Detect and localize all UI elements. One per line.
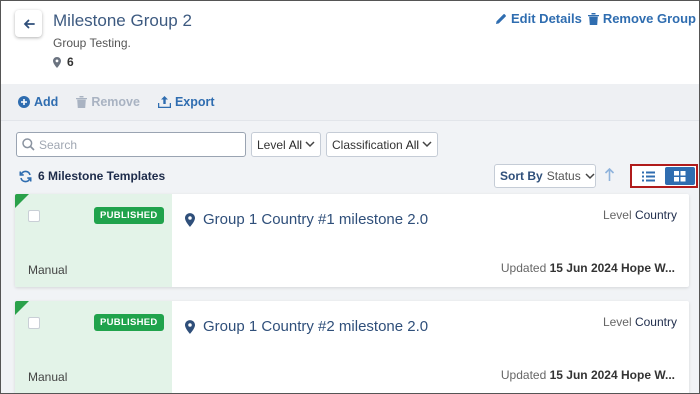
card-title: Group 1 Country #1 milestone 2.0: [203, 211, 429, 228]
export-button[interactable]: Export: [157, 95, 215, 109]
search-icon: [22, 138, 35, 151]
card-title: Group 1 Country #2 milestone 2.0: [203, 318, 429, 335]
page-subtitle: Group Testing.: [53, 36, 131, 50]
list-view-button[interactable]: [633, 167, 663, 185]
remove-button[interactable]: Remove: [76, 95, 140, 109]
classification-filter-value: All: [405, 137, 420, 152]
card-title-link[interactable]: Group 1 Country #2 milestone 2.0: [185, 318, 428, 335]
search-box[interactable]: [16, 132, 246, 157]
count-value: 6: [67, 55, 74, 69]
level-filter-value: All: [288, 137, 303, 152]
view-mode-toggle: [630, 164, 698, 188]
updated-label: Updated: [500, 368, 547, 382]
map-pin-icon: [185, 319, 195, 334]
select-checkbox[interactable]: [28, 210, 40, 222]
classification-filter-label: Classification: [332, 137, 403, 152]
grid-view-button[interactable]: [665, 167, 695, 185]
level-label: Level: [602, 315, 632, 329]
page-title: Milestone Group 2: [53, 11, 192, 30]
status-corner-marker: [15, 301, 29, 315]
card-title-link[interactable]: Group 1 Country #1 milestone 2.0: [185, 211, 428, 228]
sort-ascending-icon[interactable]: [604, 167, 615, 182]
add-button[interactable]: Add: [18, 95, 58, 109]
back-button[interactable]: [15, 10, 42, 37]
upload-icon: [157, 96, 171, 108]
page: Milestone Group 2 Group Testing. 6 Edit …: [0, 0, 700, 394]
sort-by-value: Status: [546, 169, 581, 183]
card-status-panel: PUBLISHED Manual: [15, 301, 172, 393]
level-label: Level: [602, 208, 632, 222]
list-icon: [641, 171, 655, 181]
add-label: Add: [34, 95, 59, 109]
level-filter-label: Level: [257, 137, 286, 152]
level-value: Country: [634, 315, 677, 329]
map-pin-icon: [185, 212, 195, 227]
trash-icon: [76, 96, 88, 108]
milestone-card[interactable]: PUBLISHED Manual Group 1 Country #1 mile…: [15, 194, 689, 287]
location-count: 6: [53, 55, 74, 69]
level-filter[interactable]: Level All: [251, 132, 322, 157]
updated-by: Hope W...: [621, 261, 675, 275]
level-value: Country: [634, 208, 677, 222]
chevron-down-icon: [305, 141, 315, 148]
edit-details-button[interactable]: Edit Details: [495, 11, 582, 26]
remove-group-button[interactable]: Remove Group: [587, 11, 696, 26]
status-badge: PUBLISHED: [94, 314, 164, 331]
refresh-icon[interactable]: [19, 170, 32, 183]
updated-by: Hope W...: [621, 368, 675, 382]
card-type: Manual: [28, 370, 68, 384]
pencil-icon: [496, 13, 506, 24]
sort-by-label: Sort By: [500, 169, 543, 183]
card-updated: Updated 15 Jun 2024 Hope W...: [501, 368, 675, 382]
status-badge: PUBLISHED: [94, 207, 164, 224]
status-corner-marker: [15, 194, 29, 208]
page-header: Milestone Group 2 Group Testing. 6 Edit …: [1, 1, 699, 84]
grid-icon: [674, 170, 686, 181]
updated-label: Updated: [500, 261, 547, 275]
remove-group-label: Remove Group: [602, 11, 696, 26]
updated-date: 15 Jun 2024: [549, 261, 618, 275]
milestone-card[interactable]: PUBLISHED Manual Group 1 Country #2 mile…: [15, 301, 689, 393]
chevron-down-icon: [585, 172, 595, 179]
remove-label: Remove: [91, 95, 140, 109]
card-level: Level Country: [603, 315, 677, 329]
arrow-left-icon: [23, 19, 35, 28]
header-actions: Edit Details Remove Group: [495, 11, 696, 26]
card-level: Level Country: [603, 208, 677, 222]
templates-count-label: 6 Milestone Templates: [38, 169, 166, 183]
templates-summary: 6 Milestone Templates: [19, 169, 165, 183]
search-input[interactable]: [39, 137, 239, 152]
edit-details-label: Edit Details: [511, 11, 582, 26]
card-updated: Updated 15 Jun 2024 Hope W...: [501, 261, 675, 275]
chevron-down-icon: [422, 141, 432, 148]
classification-filter[interactable]: Classification All: [326, 132, 439, 157]
trash-icon: [587, 12, 599, 25]
export-label: Export: [174, 95, 215, 109]
updated-date: 15 Jun 2024: [549, 368, 618, 382]
card-status-panel: PUBLISHED Manual: [15, 194, 172, 287]
card-type: Manual: [28, 263, 68, 277]
map-pin-icon: [53, 56, 61, 68]
sort-by-select[interactable]: Sort By Status: [494, 164, 596, 188]
select-checkbox[interactable]: [28, 317, 40, 329]
action-toolbar: Add Remove Export: [1, 84, 699, 121]
plus-circle-icon: [18, 96, 30, 108]
